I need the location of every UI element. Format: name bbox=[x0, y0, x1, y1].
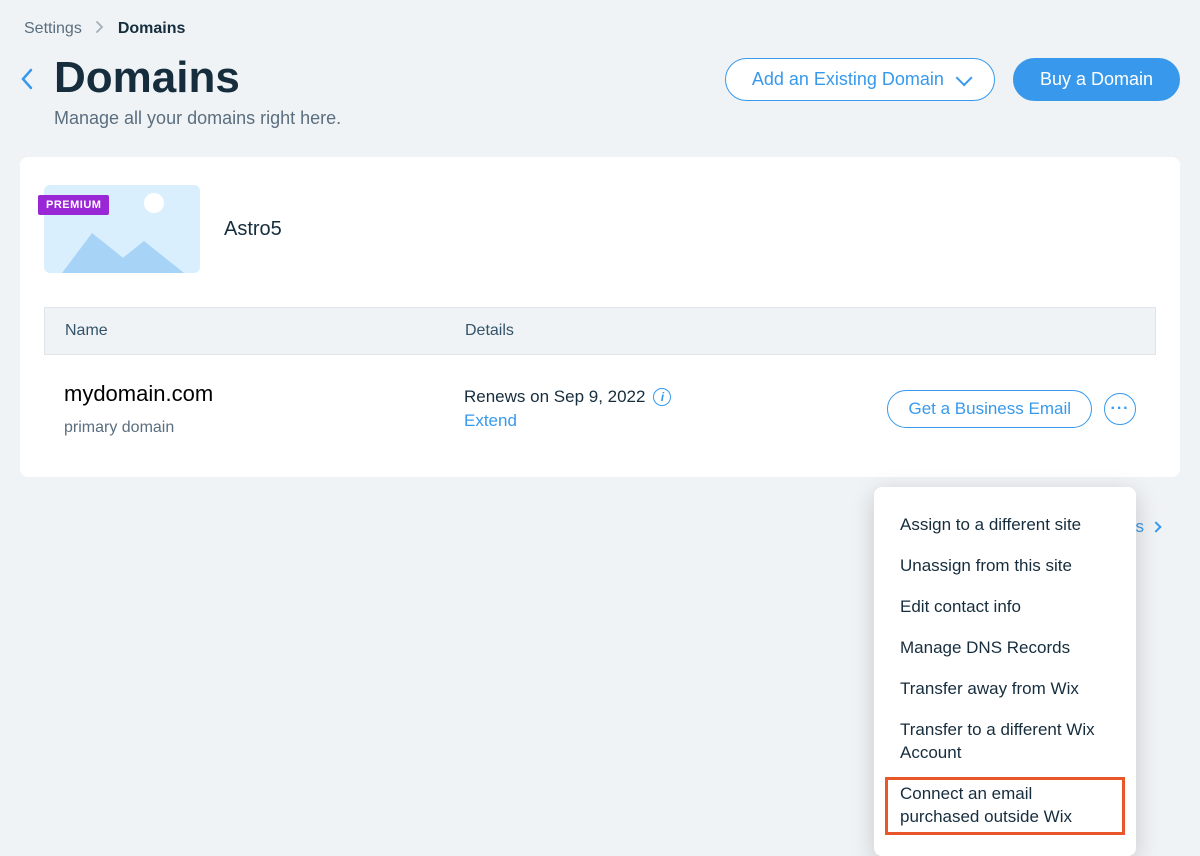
breadcrumb-current: Domains bbox=[118, 20, 186, 38]
info-icon[interactable]: i bbox=[653, 388, 671, 406]
menu-unassign-site[interactable]: Unassign from this site bbox=[874, 546, 1136, 587]
site-name: Astro5 bbox=[224, 218, 282, 241]
chevron-down-icon bbox=[956, 69, 973, 86]
mountain-icon bbox=[104, 241, 184, 273]
chevron-right-icon bbox=[96, 20, 104, 38]
page-title: Domains bbox=[54, 54, 341, 102]
site-thumbnail: PREMIUM bbox=[44, 185, 200, 273]
chevron-right-icon bbox=[1150, 522, 1161, 533]
domain-row: mydomain.com primary domain Renews on Se… bbox=[44, 355, 1156, 437]
menu-connect-external-email[interactable]: Connect an email purchased outside Wix bbox=[882, 774, 1128, 838]
menu-transfer-account[interactable]: Transfer to a different Wix Account bbox=[874, 710, 1136, 774]
page-subtitle: Manage all your domains right here. bbox=[54, 108, 341, 129]
menu-assign-site[interactable]: Assign to a different site bbox=[874, 505, 1136, 546]
page-header: Domains Manage all your domains right he… bbox=[20, 54, 1180, 129]
sun-icon bbox=[144, 193, 164, 213]
menu-manage-dns[interactable]: Manage DNS Records bbox=[874, 628, 1136, 669]
add-existing-domain-button[interactable]: Add an Existing Domain bbox=[725, 58, 995, 101]
domain-name: mydomain.com bbox=[64, 381, 464, 407]
menu-edit-contact[interactable]: Edit contact info bbox=[874, 587, 1136, 628]
menu-transfer-away[interactable]: Transfer away from Wix bbox=[874, 669, 1136, 710]
breadcrumb: Settings Domains bbox=[20, 20, 1180, 38]
col-header-details: Details bbox=[465, 322, 1135, 340]
domains-card: PREMIUM Astro5 Name Details mydomain.com… bbox=[20, 157, 1180, 477]
domain-actions-menu: Assign to a different site Unassign from… bbox=[874, 487, 1136, 855]
col-header-name: Name bbox=[65, 322, 465, 340]
get-business-email-button[interactable]: Get a Business Email bbox=[887, 390, 1092, 428]
more-actions-button[interactable]: ··· bbox=[1104, 393, 1136, 425]
breadcrumb-root[interactable]: Settings bbox=[24, 20, 82, 38]
domain-subtext: primary domain bbox=[64, 419, 464, 437]
site-row: PREMIUM Astro5 bbox=[44, 185, 1156, 273]
add-existing-domain-label: Add an Existing Domain bbox=[752, 69, 944, 90]
renew-text: Renews on Sep 9, 2022 bbox=[464, 387, 645, 407]
premium-badge: PREMIUM bbox=[38, 195, 109, 215]
table-header: Name Details bbox=[44, 307, 1156, 355]
extend-link[interactable]: Extend bbox=[464, 411, 887, 431]
buy-domain-label: Buy a Domain bbox=[1040, 69, 1153, 90]
buy-domain-button[interactable]: Buy a Domain bbox=[1013, 58, 1180, 101]
back-chevron-icon[interactable] bbox=[20, 68, 34, 95]
